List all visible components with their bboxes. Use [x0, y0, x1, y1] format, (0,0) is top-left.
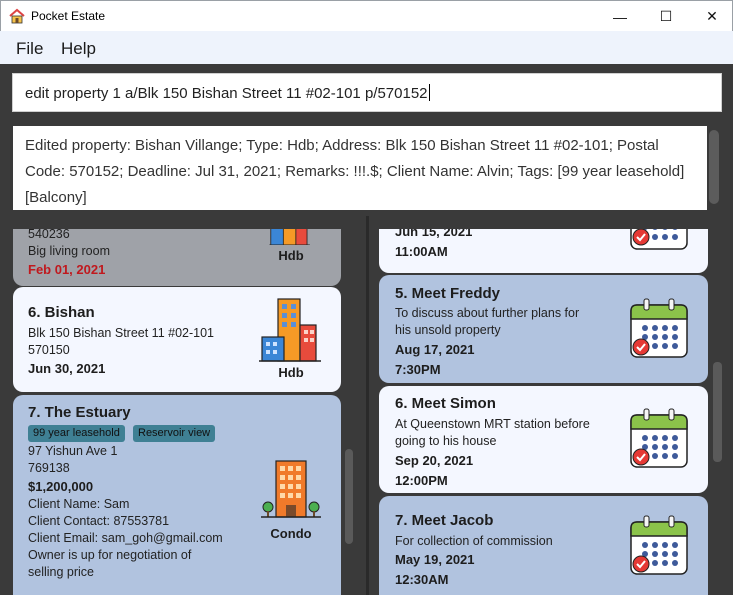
appointment-date: Jun 15, 2021	[395, 229, 473, 239]
hdb-building-icon	[258, 229, 324, 245]
property-deadline: Feb 01, 2021	[28, 262, 106, 277]
appointment-date: Sep 20, 2021	[395, 453, 474, 468]
result-display[interactable]: Edited property: Bishan Villange; Type: …	[13, 126, 707, 210]
appointment-time: 11:00AM	[395, 244, 448, 259]
appointment-time: 12:30AM	[395, 572, 449, 587]
calendar-icon	[627, 229, 691, 251]
appointment-title: 6. Meet Simon	[395, 395, 496, 412]
property-address: Blk 150 Bishan Street 11 #02-101	[28, 326, 215, 340]
appointment-title: 7. Meet Jacob	[395, 512, 494, 529]
calendar-icon	[627, 514, 691, 578]
property-postal: 769138	[28, 461, 70, 475]
command-text: edit property 1 a/Blk 150 Bishan Street …	[25, 85, 428, 102]
close-button[interactable]: ✕	[689, 1, 733, 32]
appointment-list-scrollbar[interactable]	[713, 362, 722, 462]
minimize-button[interactable]: —	[597, 1, 643, 32]
appointment-time: 12:00PM	[395, 473, 448, 488]
property-card[interactable]: 540236 Big living room Feb 01, 2021 Hdb	[13, 229, 341, 286]
client-email: Client Email: sam_goh@gmail.com	[28, 531, 223, 545]
text-caret	[428, 84, 430, 101]
appointment-card[interactable]: Jun 15, 2021 11:00AM	[379, 229, 708, 273]
menu-bar: File Help	[0, 31, 733, 64]
property-card[interactable]: 7. The Estuary 99 year leasehold Reservo…	[13, 395, 341, 595]
appointment-card[interactable]: 5. Meet Freddy To discuss about further …	[379, 275, 708, 383]
property-deadline: Jun 30, 2021	[28, 361, 106, 376]
appointment-card[interactable]: 6. Meet Simon At Queenstown MRT station …	[379, 386, 708, 493]
appointment-remark: To discuss about further plans for	[395, 306, 580, 320]
property-title: 7. The Estuary	[28, 404, 131, 421]
property-card[interactable]: 6. Bishan Blk 150 Bishan Street 11 #02-1…	[13, 287, 341, 392]
property-remark: Owner is up for negotiation of	[28, 548, 192, 562]
condo-building-icon	[260, 457, 322, 521]
appointment-card[interactable]: 7. Meet Jacob For collection of commissi…	[379, 496, 708, 595]
menu-help[interactable]: Help	[61, 39, 96, 59]
appointment-remark-continued: going to his house	[395, 434, 497, 448]
appointment-title: 5. Meet Freddy	[395, 285, 501, 302]
property-price: $1,200,000	[28, 479, 94, 494]
house-icon	[9, 8, 25, 24]
appointment-time: 7:30PM	[395, 362, 441, 377]
hdb-building-icon	[258, 297, 324, 363]
property-type: Condo	[270, 526, 312, 541]
command-input[interactable]: edit property 1 a/Blk 150 Bishan Street …	[25, 84, 430, 102]
property-list-scrollbar[interactable]	[345, 449, 353, 544]
property-type: Hdb	[278, 365, 304, 380]
result-scrollbar[interactable]	[709, 130, 719, 204]
property-list[interactable]: 540236 Big living room Feb 01, 2021 Hdb …	[0, 229, 366, 595]
calendar-icon	[627, 297, 691, 361]
result-text: Edited property: Bishan Villange; Type: …	[25, 137, 685, 206]
property-title: 6. Bishan	[28, 304, 95, 321]
maximize-button[interactable]: ☐	[643, 1, 689, 32]
window-title: Pocket Estate	[31, 9, 106, 23]
property-type: Hdb	[278, 248, 304, 263]
property-remark-continued: selling price	[28, 565, 95, 579]
appointment-date: Aug 17, 2021	[395, 342, 475, 357]
property-postal: 570150	[28, 343, 70, 357]
appointment-remark: At Queenstown MRT station before	[395, 417, 590, 431]
property-address: 97 Yishun Ave 1	[28, 444, 118, 458]
calendar-icon	[627, 407, 691, 471]
property-remark: Big living room	[28, 244, 110, 258]
client-name: Client Name: Sam	[28, 497, 130, 511]
appointment-list[interactable]: Jun 15, 2021 11:00AM 5. Meet Freddy To d…	[369, 229, 733, 595]
client-contact: Client Contact: 87553781	[28, 514, 170, 528]
appointment-date: May 19, 2021	[395, 552, 475, 567]
property-tag: Reservoir view	[133, 425, 216, 442]
menu-file[interactable]: File	[16, 39, 43, 59]
title-bar: Pocket Estate — ☐ ✕	[0, 0, 733, 31]
property-postal: 540236	[28, 229, 70, 241]
appointment-remark: For collection of commission	[395, 534, 553, 548]
appointment-remark-continued: his unsold property	[395, 323, 501, 337]
property-tag: 99 year leasehold	[28, 425, 125, 442]
command-box[interactable]: edit property 1 a/Blk 150 Bishan Street …	[12, 73, 722, 112]
